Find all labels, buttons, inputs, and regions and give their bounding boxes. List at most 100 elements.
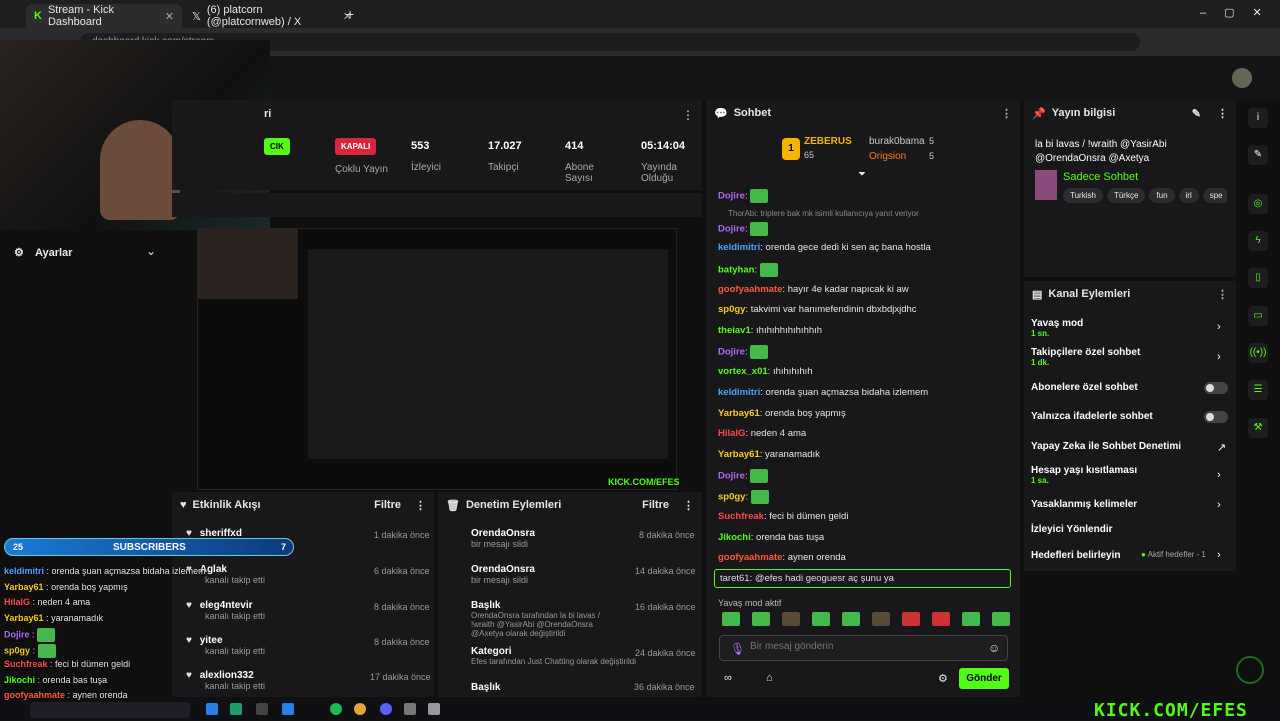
chat-username[interactable]: HilalG <box>718 428 745 439</box>
app-icon[interactable] <box>404 703 416 715</box>
chat-message[interactable]: batyhan: <box>718 263 778 277</box>
chat-message[interactable]: Suchfreak: feci bi dümen geldi <box>718 511 848 522</box>
tag-chip[interactable]: Turkish <box>1063 188 1103 203</box>
tag-chip[interactable]: Türkçe <box>1106 188 1146 203</box>
chat-username[interactable]: Suchfreak <box>718 511 764 522</box>
chevron-right-icon[interactable]: › <box>1217 351 1221 363</box>
emote-icon[interactable] <box>842 612 860 626</box>
more-icon[interactable]: ⋮ <box>1217 288 1228 301</box>
chat-message[interactable]: keldimitri: orenda gece dedi ki sen aç b… <box>718 242 931 253</box>
chat-message[interactable]: goofyaahmate: aynen orenda <box>718 552 846 563</box>
subs-only-toggle[interactable] <box>1204 382 1228 394</box>
action-goals[interactable]: Hedefleri belirleyin <box>1031 550 1120 561</box>
chat-username[interactable]: Dojire <box>718 191 745 202</box>
chat-username[interactable]: Jikochi <box>718 532 751 543</box>
app-icon[interactable] <box>206 703 218 715</box>
emote-icon[interactable] <box>992 612 1010 626</box>
chat-username[interactable]: goofyaahmate <box>718 284 782 295</box>
more-icon[interactable]: ⋮ <box>682 108 694 122</box>
send-button[interactable]: Gönder <box>959 668 1009 689</box>
document-icon[interactable]: ▯ <box>1248 268 1268 288</box>
new-tab-icon[interactable]: + <box>346 6 354 22</box>
edit-icon[interactable]: ✎ <box>1192 107 1201 120</box>
chat-username[interactable]: Dojire <box>718 471 745 482</box>
chat-message[interactable]: Jikochi: orenda bas tuşa <box>718 532 824 543</box>
chevron-right-icon[interactable]: › <box>1217 499 1221 511</box>
emotes-only-toggle[interactable] <box>1204 411 1228 423</box>
stream-preview[interactable]: KICK.COM/EFES <box>197 228 680 490</box>
wrench-icon[interactable]: ⚒ <box>1248 418 1268 438</box>
action-banned-words[interactable]: Yasaklanmış kelimeler <box>1031 499 1137 510</box>
external-link-icon[interactable]: ↗ <box>1217 441 1226 454</box>
tab-x[interactable]: 𝕏 (6) platcorn (@platcornweb) / X ✕ <box>184 4 360 28</box>
chat-username[interactable]: Dojire <box>718 347 745 358</box>
chat-message[interactable]: sp0gy: takvimi var hanımefendinin dbxbdj… <box>718 304 917 315</box>
emote-icon[interactable] <box>722 612 740 626</box>
leader-name[interactable]: ZEBERUS <box>804 136 852 147</box>
chevron-right-icon[interactable]: › <box>1217 321 1221 333</box>
bolt-icon[interactable]: ϟ <box>1248 231 1268 251</box>
app-icon[interactable] <box>230 703 242 715</box>
chat-username[interactable]: Yarbay61 <box>718 449 760 460</box>
tag-chip[interactable]: irl <box>1178 188 1199 203</box>
mic-icon[interactable]: 🎙 <box>730 642 745 656</box>
chevron-right-icon[interactable]: › <box>1217 469 1221 481</box>
tag-chip[interactable]: fun <box>1149 188 1175 203</box>
action-ai-moderation[interactable]: Yapay Zeka ile Sohbet Denetimi <box>1031 441 1181 452</box>
chat-username[interactable]: Yarbay61 <box>718 408 760 419</box>
chat-message[interactable]: ThorAbi: triplere bak mk isimli kullanıc… <box>728 209 919 218</box>
chat-username[interactable]: keldimitri <box>718 242 760 253</box>
chat-message[interactable]: theiav1: ıhıhıhhıhıhıhhıh <box>718 325 822 336</box>
layout-icon[interactable]: ☰ <box>1248 380 1268 400</box>
chat-message[interactable]: Yarbay61: orenda boş yapmış <box>718 408 846 419</box>
action-account-age[interactable]: Hesap yaşı kısıtlaması 1 sa. <box>1031 465 1137 485</box>
chevron-right-icon[interactable]: › <box>1217 549 1221 561</box>
chat-message[interactable]: Dojire: <box>718 189 769 203</box>
leader-name[interactable]: Origsion <box>869 151 906 162</box>
leader-name[interactable]: burak0bama <box>869 136 925 147</box>
chat-message[interactable]: vortex_x01: ıhıhıhıhıh <box>718 366 813 377</box>
chat-message[interactable]: HilalG: neden 4 ama <box>718 428 806 439</box>
spotify-icon[interactable] <box>330 703 342 715</box>
chat-username[interactable]: batyhan <box>718 265 754 276</box>
chat-message-input[interactable] <box>750 641 970 652</box>
reply-preview[interactable]: taret61: @efes hadi geoguesr aç şunu ya <box>714 569 1011 588</box>
emote-icon[interactable] <box>812 612 830 626</box>
chat-username[interactable]: sp0gy <box>718 304 745 315</box>
chat-username[interactable]: goofyaahmate <box>718 552 782 563</box>
chat-message[interactable]: Yarbay61: yaranamadık <box>718 449 820 460</box>
activity-filter-button[interactable]: Filtre <box>374 499 401 511</box>
pin-icon[interactable]: ⏷ <box>858 169 866 180</box>
focus-icon[interactable]: ◎ <box>1248 194 1268 214</box>
chat-username[interactable]: sp0gy <box>718 492 745 503</box>
close-icon[interactable]: ✕ <box>165 10 174 23</box>
more-icon[interactable]: ⋮ <box>415 499 426 512</box>
chat-message[interactable]: Dojire: <box>718 222 769 236</box>
chat-username[interactable]: Dojire <box>718 224 745 235</box>
chat-message[interactable]: goofyaahmate: hayır 4e kadar napıcak ki … <box>718 284 909 295</box>
tab-kick-dashboard[interactable]: K Stream - Kick Dashboard ✕ <box>26 4 182 28</box>
infinity-icon[interactable]: ∞ <box>724 672 732 684</box>
gear-icon[interactable]: ⚙ <box>938 672 948 685</box>
action-slow-mode[interactable]: Yavaş mod 1 sn. <box>1031 318 1083 338</box>
category-name[interactable]: Sadece Sohbet <box>1063 171 1138 183</box>
more-icon[interactable]: ⋮ <box>1001 107 1012 120</box>
multistream-badge[interactable]: KAPALI <box>335 138 377 155</box>
emote-icon[interactable] <box>902 612 920 626</box>
window-controls[interactable]: –▢✕ <box>1200 6 1280 19</box>
discord-icon[interactable] <box>380 703 392 715</box>
chat-message[interactable]: Dojire: <box>718 345 769 359</box>
chat-message[interactable]: sp0gy: <box>718 490 769 504</box>
chrome-icon[interactable] <box>354 703 366 715</box>
app-icon[interactable] <box>282 703 294 715</box>
edit-icon[interactable]: ✎ <box>1248 145 1268 165</box>
action-raid[interactable]: İzleyici Yönlendir <box>1031 524 1113 535</box>
emote-icon[interactable] <box>782 612 800 626</box>
emoji-icon[interactable]: ☺ <box>988 641 1000 655</box>
avatar[interactable] <box>1232 68 1252 88</box>
chevron-down-icon[interactable]: ⌄ <box>146 244 156 258</box>
emote-icon[interactable] <box>932 612 950 626</box>
emote-icon[interactable] <box>872 612 890 626</box>
more-icon[interactable]: ⋮ <box>1217 107 1228 120</box>
emote-icon[interactable] <box>962 612 980 626</box>
